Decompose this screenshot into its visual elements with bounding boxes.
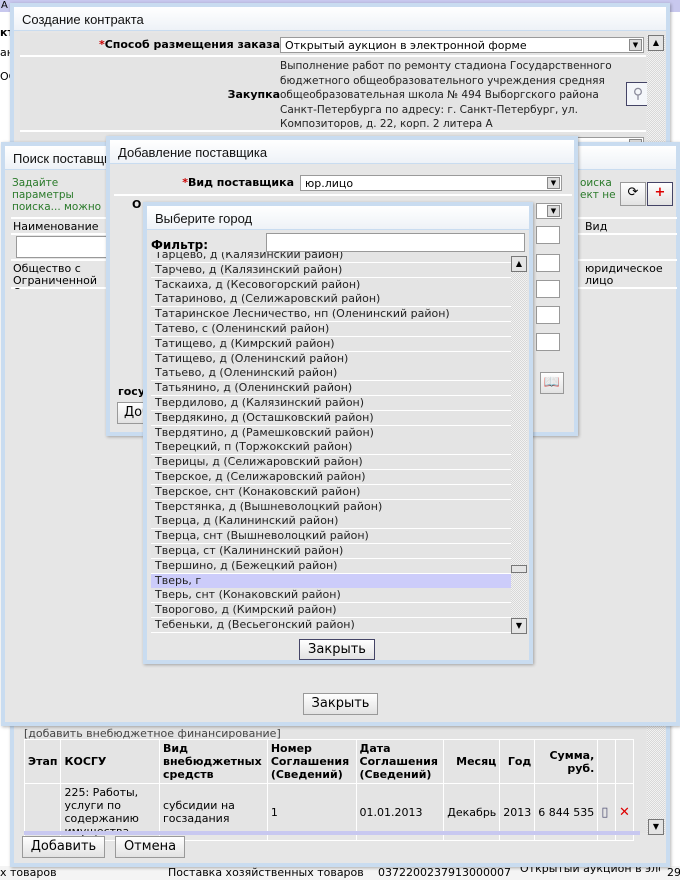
horizontal-scrollbar[interactable] (24, 831, 640, 835)
city-list-item[interactable]: Твердякино, д (Осташковский район) (151, 410, 511, 426)
dialog-title: Выберите город (147, 206, 529, 230)
col-type: Вид (585, 220, 608, 233)
gov-label: госу (118, 385, 145, 398)
city-list-item[interactable]: Тверца, д (Калининский район) (151, 514, 511, 530)
chevron-down-icon: ▼ (629, 39, 642, 51)
background-fragment: А (1, 0, 8, 11)
col-action (597, 739, 616, 784)
text-field[interactable] (536, 280, 560, 298)
text-field[interactable] (536, 254, 560, 272)
city-list-scrollbar[interactable]: ▲ ▼ (511, 256, 527, 634)
col-agreement-number: Номер Соглашения (Сведений) (266, 739, 357, 784)
supplier-type-label: *Вид поставщика (182, 176, 294, 189)
city-list-item[interactable]: Татищево, д (Оленинский район) (151, 351, 511, 367)
col-year: Год (499, 739, 536, 784)
result-name: Общество с Ограниченной Ответственностью (13, 263, 111, 289)
city-list-item[interactable]: Тверстянка, д (Вышневолоцкий район) (151, 499, 511, 515)
magnifier-icon: ⚲ (632, 86, 644, 102)
dialog-title: Добавление поставщика (110, 140, 574, 164)
text-field[interactable] (536, 226, 560, 244)
col-funds-type: Вид внебюджетных средств (159, 739, 268, 784)
background-bottom-row: х товаров Поставка хозяйственных товаров… (0, 862, 680, 880)
search-hint: Задайте параметры поиска... можно исполь… (12, 177, 102, 213)
method-select[interactable]: Открытый аукцион в электронной форме ▼ (280, 37, 644, 53)
city-list-item[interactable]: Татариново, д (Селижаровский район) (151, 292, 511, 308)
city-list-item[interactable]: Татаринское Лесничество, нп (Оленинский … (151, 307, 511, 323)
background-cell: х товаров (0, 866, 57, 879)
scroll-thumb[interactable] (511, 565, 527, 573)
close-button[interactable]: Закрыть (303, 693, 378, 715)
cancel-button[interactable]: Отмена (115, 836, 185, 858)
row2-label: О (132, 198, 142, 211)
close-button[interactable]: Закрыть (299, 639, 375, 660)
city-list-item[interactable]: Тверицы, д (Селижаровский район) (151, 455, 511, 471)
result-type: юридическое лицо (585, 262, 663, 287)
col-sum: Сумма, руб. (534, 739, 599, 784)
new-supplier-button[interactable]: + (647, 182, 673, 206)
background-cell: Поставка хозяйственных товаров (168, 866, 364, 879)
add-document-icon: + (654, 185, 666, 200)
refresh-button[interactable]: ⟳ (620, 182, 646, 206)
supplier-type-row: *Вид поставщика юр.лицо ▼ (114, 170, 572, 196)
city-list-item[interactable]: Тверское, снт (Конаковский район) (151, 484, 511, 500)
city-list-item[interactable]: Тверца, снт (Вышневолоцкий район) (151, 529, 511, 545)
method-row: *Способ размещения заказа Открытый аукци… (20, 33, 646, 57)
city-list-item[interactable]: Тверь, снт (Конаковский район) (151, 588, 511, 604)
city-list-item[interactable]: Татищево, д (Кимрский район) (151, 336, 511, 352)
chevron-down-icon: ▼ (547, 177, 560, 189)
funding-table: Этап КОСГУ Вид внебюджетных средств Номе… (23, 739, 635, 841)
city-list-item[interactable]: Творогово, д (Кимрский район) (151, 603, 511, 619)
chevron-down-icon: ▼ (547, 205, 560, 217)
book-icon: 📖 (543, 375, 561, 390)
add-button[interactable]: Добавить (22, 836, 105, 858)
city-list-item[interactable]: Твердятино, д (Рамешковский район) (151, 425, 511, 441)
city-list-item[interactable]: Татьянино, д (Оленинский район) (151, 381, 511, 397)
city-list-item[interactable]: Тарчево, д (Калязинский район) (151, 262, 511, 278)
purchase-row: Закупка Выполнение работ по ремонту стад… (20, 57, 650, 132)
city-list-item[interactable]: Тарцево, д (Калязинский район) (151, 252, 511, 263)
refresh-icon: ⟳ (627, 185, 639, 200)
col-name: Наименование (13, 220, 99, 233)
col-kosgu: КОСГУ (60, 739, 160, 784)
directory-button[interactable]: 📖 (540, 372, 564, 394)
col-agreement-date: Дата Соглашения (Сведений) (355, 739, 445, 784)
text-field[interactable] (536, 333, 560, 351)
city-list-item[interactable]: Тверецкий, п (Торжокский район) (151, 440, 511, 456)
filter-input[interactable] (266, 233, 525, 252)
city-list-item[interactable]: Твершино, д (Бежецкий район) (151, 558, 511, 574)
city-list-item[interactable]: Тверь, г (151, 573, 511, 589)
search-hint-right: оиска ект не (580, 177, 616, 201)
method-label: *Способ размещения заказа (98, 38, 280, 51)
col-action (614, 739, 635, 784)
scroll-down-button[interactable]: ▼ (648, 819, 664, 835)
city-list-item[interactable]: Тверское, д (Селижаровский район) (151, 470, 511, 485)
scroll-up-button[interactable]: ▲ (648, 35, 664, 51)
name-filter-input[interactable] (16, 236, 116, 258)
dialog-title: Создание контракта (14, 7, 666, 31)
supplier-type-select[interactable]: юр.лицо ▼ (300, 175, 562, 191)
filter-label: Фильтр: (151, 238, 209, 252)
row2-select[interactable]: ▼ (536, 203, 562, 219)
city-list-item[interactable]: Татьево, д (Оленинский район) (151, 366, 511, 382)
col-month: Месяц (443, 739, 501, 784)
text-field[interactable] (536, 306, 560, 324)
background-cell: 0372200237913000007 (378, 866, 511, 879)
city-list-item[interactable]: Татево, с (Оленинский район) (151, 322, 511, 337)
background-cell: 29.0 (667, 866, 680, 879)
purchase-text: Выполнение работ по ремонту стадиона Гос… (280, 60, 612, 130)
city-list-item[interactable]: Тверца, ст (Калининский район) (151, 544, 511, 559)
city-list-item[interactable]: Тебеньки, д (Весьегонский район) (151, 618, 511, 633)
city-picker-dialog: Выберите город Фильтр: Тарцево, д (Каляз… (143, 202, 533, 664)
city-list-item[interactable]: Твердилово, д (Калязинский район) (151, 396, 511, 411)
city-list-item[interactable]: Таскаиха, д (Кесовогорский район) (151, 277, 511, 293)
scroll-down-button[interactable]: ▼ (511, 618, 527, 634)
city-list[interactable]: Тарцево, д (Калязинский район) Тарчево, д… (151, 252, 511, 634)
table-header: Этап КОСГУ Вид внебюджетных средств Номе… (23, 739, 635, 784)
purchase-label: Закупка (227, 88, 280, 101)
col-stage: Этап (23, 739, 62, 784)
scroll-up-button[interactable]: ▲ (511, 256, 527, 272)
